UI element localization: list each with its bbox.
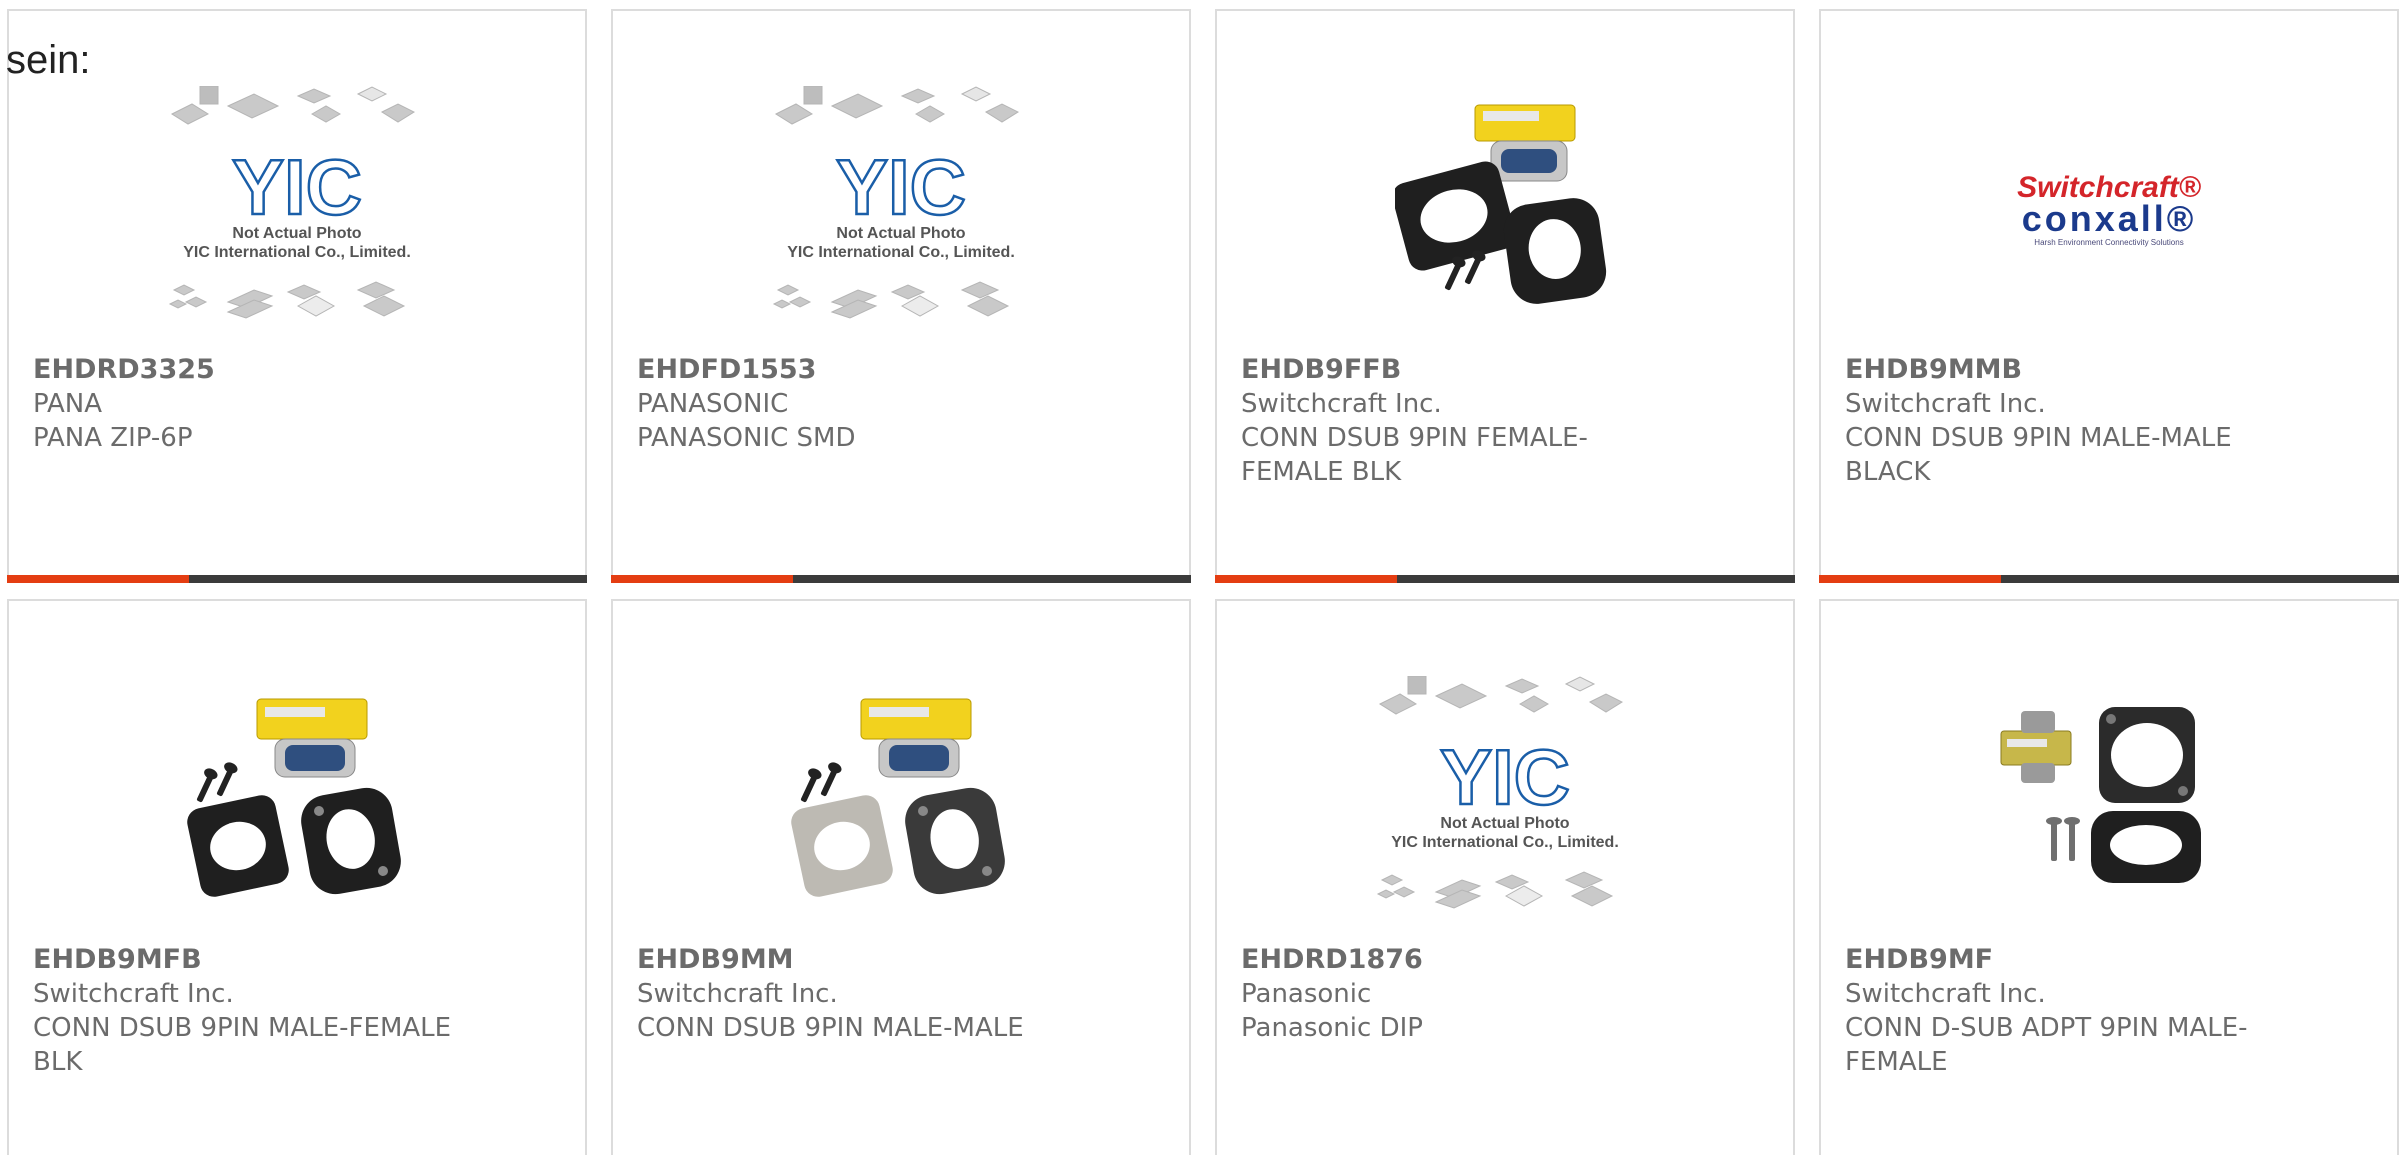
product-image[interactable]: YIC Not Actual Photo YIC International C… <box>613 71 1189 351</box>
product-description: Panasonic DIP <box>1241 1013 1423 1043</box>
product-info: EHDB9MM Switchcraft Inc. CONN DSUB 9PIN MA… <box>637 943 1057 1045</box>
card-bottom-bar <box>1215 575 1795 583</box>
product-image[interactable] <box>1217 71 1793 351</box>
product-info: EHDRD3325 PANA PANA ZIP-6P <box>33 353 453 455</box>
product-description: CONN DSUB 9PIN MALE-FEMALE BLK <box>33 1013 452 1077</box>
dsub-kit-image <box>1395 104 1607 304</box>
svg-text:Not Actual Photo: Not Actual Photo <box>1440 815 1569 832</box>
part-number[interactable]: EHDRD3325 <box>33 353 453 387</box>
intro-text: sein: <box>6 38 91 82</box>
product-card[interactable]: YIC Not Actual Photo YIC International C… <box>7 9 587 583</box>
manufacturer: Switchcraft Inc. <box>1241 389 1442 419</box>
product-info: EHDB9FFB Switchcraft Inc. CONN DSUB 9PIN F… <box>1241 353 1661 489</box>
not-actual-photo-image: YIC Not Actual Photo YIC International C… <box>168 86 416 319</box>
card-accent-bar <box>1819 575 2001 583</box>
product-description: CONN DSUB 9PIN FEMALE- FEMALE BLK <box>1241 423 1588 487</box>
product-image[interactable]: Switchcraft® conxall® Harsh Environment … <box>1821 71 2397 351</box>
part-number[interactable]: EHDB9MFB <box>33 943 453 977</box>
product-card[interactable]: YIC Not Actual Photo YIC International C… <box>611 9 1191 583</box>
product-description: CONN DSUB 9PIN MALE-MALE BLACK <box>1845 423 2232 487</box>
product-image[interactable] <box>1821 661 2397 941</box>
dsub-kit-image <box>187 698 401 897</box>
product-image[interactable]: YIC Not Actual Photo YIC International C… <box>1217 661 1793 941</box>
not-actual-photo-image: YIC Not Actual Photo YIC International C… <box>772 86 1020 319</box>
part-number[interactable]: EHDB9MMB <box>1845 353 2265 387</box>
part-number[interactable]: EHDB9MF <box>1845 943 2265 977</box>
manufacturer: Switchcraft Inc. <box>637 979 838 1009</box>
card-accent-bar <box>7 575 189 583</box>
svg-text:YIC International Co., Limited: YIC International Co., Limited. <box>183 244 411 261</box>
manufacturer: PANASONIC <box>637 389 789 419</box>
manufacturer: Switchcraft Inc. <box>1845 389 2046 419</box>
svg-text:Not Actual Photo: Not Actual Photo <box>836 225 965 242</box>
part-number[interactable]: EHDB9MM <box>637 943 1057 977</box>
product-card[interactable]: EHDB9MM Switchcraft Inc. CONN DSUB 9PIN MA… <box>611 599 1191 1155</box>
part-number[interactable]: EHDB9FFB <box>1241 353 1661 387</box>
not-actual-photo-image: YIC Not Actual Photo YIC International C… <box>1376 676 1624 909</box>
card-bottom-bar <box>1819 575 2399 583</box>
product-card[interactable]: Switchcraft® conxall® Harsh Environment … <box>1819 9 2399 583</box>
svg-text:Not Actual Photo: Not Actual Photo <box>232 225 361 242</box>
product-image[interactable]: YIC Not Actual Photo YIC International C… <box>9 71 585 351</box>
dsub-adapter-image <box>2000 707 2201 883</box>
product-description: PANA ZIP-6P <box>33 423 193 453</box>
switchcraft-conxall-logo: Switchcraft® conxall® Harsh Environment … <box>2017 171 2202 247</box>
product-info: EHDB9MMB Switchcraft Inc. CONN DSUB 9PIN M… <box>1845 353 2265 489</box>
product-info: EHDFD1553 PANASONIC PANASONIC SMD <box>637 353 1057 455</box>
product-info: EHDB9MFB Switchcraft Inc. CONN DSUB 9PIN M… <box>33 943 453 1079</box>
product-grid-page: sein: YIC Not Actual Photo YIC Internati… <box>0 0 2400 1155</box>
product-image[interactable] <box>9 661 585 941</box>
product-card[interactable]: YIC Not Actual Photo YIC International C… <box>1215 599 1795 1155</box>
product-grid: YIC Not Actual Photo YIC International C… <box>7 9 2400 1155</box>
card-bottom-bar <box>7 575 587 583</box>
svg-text:YIC International Co., Limited: YIC International Co., Limited. <box>787 244 1015 261</box>
product-card[interactable]: EHDB9MFB Switchcraft Inc. CONN DSUB 9PIN M… <box>7 599 587 1155</box>
svg-text:YIC International Co., Limited: YIC International Co., Limited. <box>1391 834 1619 851</box>
part-number[interactable]: EHDRD1876 <box>1241 943 1661 977</box>
manufacturer: Switchcraft Inc. <box>33 979 234 1009</box>
svg-text:conxall®: conxall® <box>2022 198 2197 239</box>
card-bottom-bar <box>611 575 1191 583</box>
product-info: EHDRD1876 Panasonic Panasonic DIP <box>1241 943 1661 1045</box>
manufacturer: PANA <box>33 389 103 419</box>
product-info: EHDB9MF Switchcraft Inc. CONN D-SUB ADPT 9… <box>1845 943 2265 1079</box>
part-number[interactable]: EHDFD1553 <box>637 353 1057 387</box>
card-accent-bar <box>611 575 793 583</box>
svg-text:YIC: YIC <box>1440 733 1570 821</box>
product-description: CONN DSUB 9PIN MALE-MALE <box>637 1013 1024 1043</box>
product-description: CONN D-SUB ADPT 9PIN MALE- FEMALE <box>1845 1013 2248 1077</box>
manufacturer: Switchcraft Inc. <box>1845 979 2046 1009</box>
product-image[interactable] <box>613 661 1189 941</box>
svg-text:Harsh Environment Connectivity: Harsh Environment Connectivity Solutions <box>2034 238 2183 247</box>
dsub-kit-image <box>791 698 1005 897</box>
product-description: PANASONIC SMD <box>637 423 856 453</box>
manufacturer: Panasonic <box>1241 979 1372 1009</box>
svg-text:YIC: YIC <box>232 143 362 231</box>
product-card[interactable]: EHDB9MF Switchcraft Inc. CONN D-SUB ADPT 9… <box>1819 599 2399 1155</box>
svg-text:YIC: YIC <box>836 143 966 231</box>
product-card[interactable]: EHDB9FFB Switchcraft Inc. CONN DSUB 9PIN F… <box>1215 9 1795 583</box>
card-accent-bar <box>1215 575 1397 583</box>
